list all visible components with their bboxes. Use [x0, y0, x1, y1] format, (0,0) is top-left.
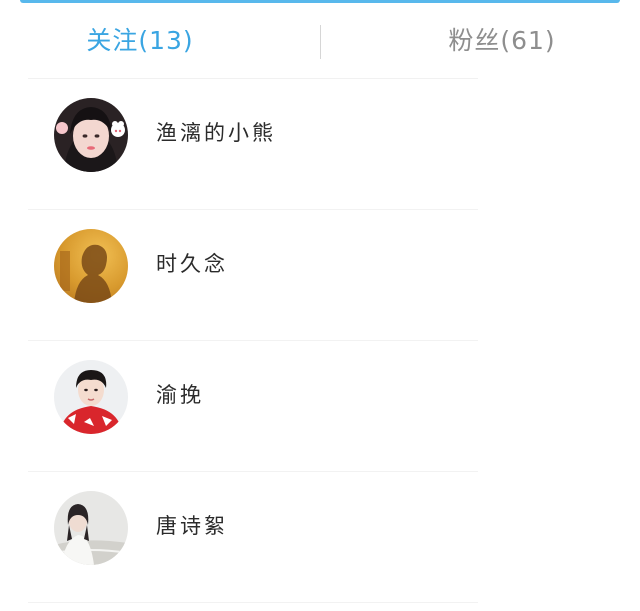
list-item-user[interactable]: 渔漓的小熊 [0, 79, 640, 210]
following-list: 渔漓的小熊 时久念 渝挽 唐诗絮 [0, 79, 640, 603]
tab-bar: 关注(13) 粉丝(61) [0, 0, 640, 79]
avatar[interactable] [54, 98, 128, 172]
avatar[interactable] [54, 229, 128, 303]
tab-divider [320, 25, 321, 59]
list-item-user[interactable]: 时久念 [0, 210, 640, 341]
avatar[interactable] [54, 360, 128, 434]
user-name[interactable]: 渔漓的小熊 [156, 118, 276, 148]
tab-following[interactable]: 关注(13) [40, 24, 240, 58]
avatar-image [54, 98, 128, 172]
avatar-image [54, 360, 128, 434]
user-name[interactable]: 时久念 [156, 249, 228, 279]
avatar[interactable] [54, 491, 128, 565]
list-item-user[interactable]: 唐诗絮 [0, 472, 640, 603]
user-name[interactable]: 唐诗絮 [156, 511, 228, 541]
avatar-image [54, 491, 128, 565]
avatar-image [54, 229, 128, 303]
list-item-user[interactable]: 渝挽 [0, 341, 640, 472]
user-name[interactable]: 渝挽 [156, 380, 204, 410]
tab-fans[interactable]: 粉丝(61) [402, 24, 602, 58]
divider [28, 602, 478, 603]
